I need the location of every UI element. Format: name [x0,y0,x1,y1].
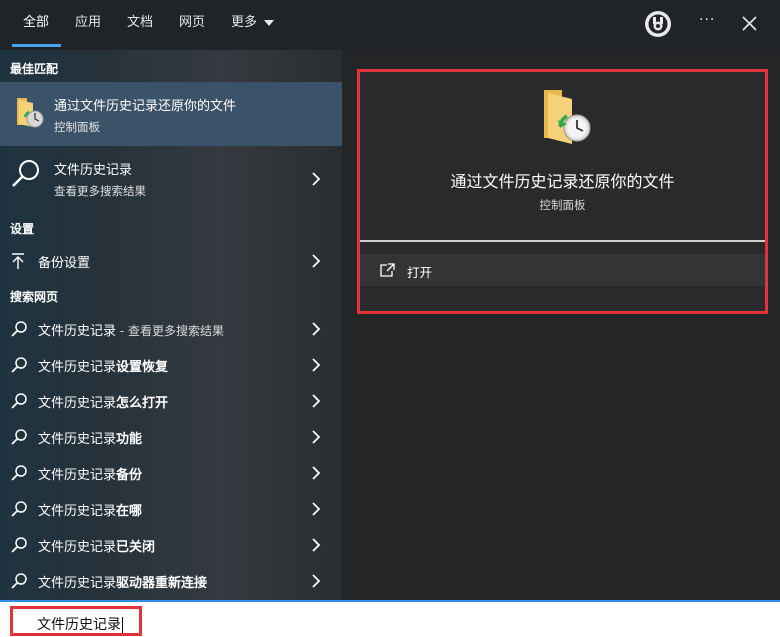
web-result-label: 文件历史记录 - 查看更多搜索结果 [38,320,224,339]
web-result-row[interactable]: 文件历史记录备份 [0,455,342,491]
results-panel: 最佳匹配 通过文件历史记录还原你的文件 控制面板 文件历史记录 查看更多搜索结果… [0,50,342,600]
web-result-label: 文件历史记录已关闭 [38,536,155,555]
web-result-prefix: 文件历史记录 [38,504,117,519]
chevron-right-icon [312,172,321,186]
search-icon [11,357,27,373]
close-icon[interactable] [742,16,757,31]
tab-documents[interactable]: 文档 [127,15,153,35]
search-result-row[interactable]: 文件历史记录 查看更多搜索结果 [0,150,342,206]
search-result-subtitle: 查看更多搜索结果 [54,184,146,198]
web-result-prefix: 文件历史记录 [38,540,117,555]
search-icon [11,393,27,409]
web-result-label: 文件历史记录备份 [38,464,142,483]
section-web: 搜索网页 [10,290,59,304]
search-icon [11,465,27,481]
folder-history-icon [544,90,591,144]
web-result-suffix: 已关闭 [116,540,156,555]
search-icon [11,321,27,337]
chevron-right-icon [312,466,321,480]
open-action-label: 打开 [407,265,433,280]
medal-icon[interactable] [643,9,673,39]
web-result-row[interactable]: 文件历史记录功能 [0,419,342,455]
search-tabs-bar: 全部 应用 文档 网页 更多 ··· [0,0,780,50]
chevron-right-icon [312,322,321,336]
tab-more-label: 更多 [231,15,258,30]
web-result-label: 文件历史记录驱动器重新连接 [38,572,207,591]
web-result-row[interactable]: 文件历史记录在哪 [0,491,342,527]
chevron-right-icon [312,394,321,408]
web-result-row[interactable]: 文件历史记录设置恢复 [0,347,342,383]
search-icon [12,160,39,187]
web-result-prefix: 文件历史记录 [38,396,117,411]
web-result-label: 文件历史记录在哪 [38,500,142,519]
web-result-label: 文件历史记录功能 [38,428,142,447]
chevron-right-icon [312,430,321,444]
web-result-suffix: 设置恢复 [116,360,169,375]
preview-title: 通过文件历史记录还原你的文件 [450,172,675,191]
section-best-match: 最佳匹配 [10,62,59,76]
web-result-suffix: 驱动器重新连接 [116,576,208,591]
chevron-right-icon [312,538,321,552]
web-result-row[interactable]: 文件历史记录 - 查看更多搜索结果 [0,311,342,347]
chevron-right-icon [312,502,321,516]
best-match-title: 通过文件历史记录还原你的文件 [54,99,237,114]
preview-divider [360,240,765,242]
web-result-row[interactable]: 文件历史记录怎么打开 [0,383,342,419]
settings-row-label: 备份设置 [38,256,91,271]
open-action[interactable]: 打开 [360,254,765,286]
upload-arrow-icon [12,253,24,269]
preview-subtitle: 控制面板 [539,198,586,212]
web-result-suffix: 怎么打开 [116,396,169,411]
tab-all[interactable]: 全部 [23,15,49,35]
web-result-suffix: 功能 [116,432,143,447]
web-result-prefix: 文件历史记录 [38,432,117,447]
web-result-suffix: - 查看更多搜索结果 [116,324,224,338]
folder-history-icon [17,98,44,128]
preview-card: 通过文件历史记录还原你的文件 控制面板 打开 [357,69,768,314]
search-input[interactable]: 文件历史记录 [10,606,142,636]
web-result-row[interactable]: 文件历史记录已关闭 [0,527,342,563]
web-result-row[interactable]: 文件历史记录驱动器重新连接 [0,563,342,599]
search-result-title: 文件历史记录 [54,163,133,178]
caret-down-icon [264,19,275,26]
tab-apps[interactable]: 应用 [75,15,101,35]
active-tab-indicator [12,44,61,47]
search-icon [11,429,27,445]
search-icon [11,501,27,517]
search-query: 文件历史记录 [37,617,121,633]
tab-web[interactable]: 网页 [179,15,205,35]
web-result-prefix: 文件历史记录 [38,324,117,339]
search-icon [11,537,27,553]
settings-row-backup[interactable]: 备份设置 [0,243,342,279]
web-result-prefix: 文件历史记录 [38,360,117,375]
chevron-right-icon [312,574,321,588]
web-result-suffix: 在哪 [116,504,143,519]
tab-more[interactable]: 更多 [231,15,275,35]
web-result-label: 文件历史记录设置恢复 [38,356,168,375]
search-input-text: 文件历史记录 [37,614,123,634]
web-result-prefix: 文件历史记录 [38,576,117,591]
section-settings: 设置 [10,222,35,236]
open-external-icon [380,263,395,277]
best-match-result[interactable]: 通过文件历史记录还原你的文件 控制面板 [0,82,342,146]
web-result-label: 文件历史记录怎么打开 [38,392,168,411]
more-options-button[interactable]: ··· [699,12,715,28]
best-match-subtitle: 控制面板 [54,120,100,134]
search-icon [11,573,27,589]
chevron-right-icon [312,358,321,372]
text-caret [122,617,123,633]
web-result-prefix: 文件历史记录 [38,468,117,483]
web-result-suffix: 备份 [116,468,143,483]
chevron-right-icon [312,254,321,268]
search-bar: 文件历史记录 [0,600,780,637]
